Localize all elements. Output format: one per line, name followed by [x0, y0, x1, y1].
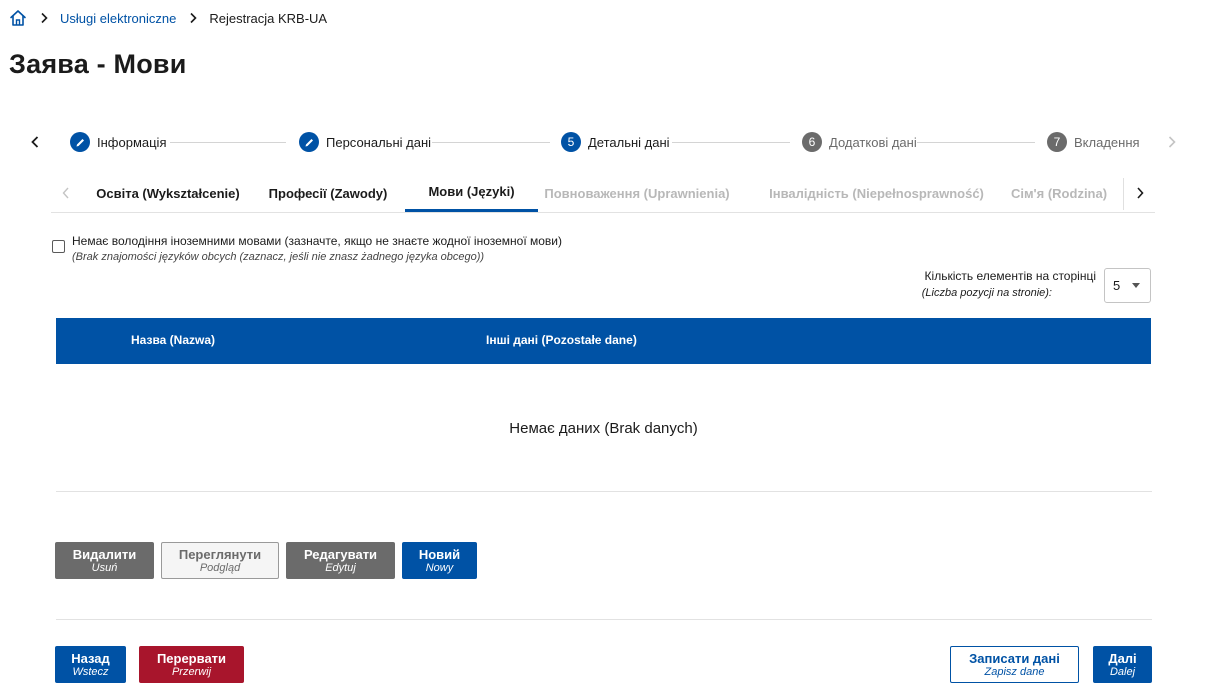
page-title: Заява - Мови — [9, 49, 187, 79]
no-languages-label: Немає володіння іноземними мовами (зазна… — [72, 234, 562, 248]
tab-disability[interactable]: Інвалідність (Niepełnosprawność) — [756, 174, 997, 212]
step-personal-data[interactable]: Персональні дані — [299, 132, 431, 152]
save-button-label: Записати дані — [969, 650, 1060, 666]
delete-button-sublabel: Usuń — [91, 561, 118, 574]
edit-button-sublabel: Edytuj — [325, 561, 356, 574]
step-label: Детальні дані — [588, 134, 670, 150]
tab-permissions[interactable]: Повноваження (Uprawnienia) — [538, 174, 736, 212]
step-label: Додаткові дані — [829, 134, 917, 150]
view-button-label: Переглянути — [178, 546, 262, 562]
chevron-right-icon — [41, 12, 48, 24]
next-button-sublabel: Dalej — [1109, 665, 1136, 678]
delete-button[interactable]: Видалити Usuń — [55, 542, 154, 579]
page-size-value: 5 — [1113, 278, 1121, 293]
edit-button[interactable]: Редагувати Edytuj — [286, 542, 395, 579]
new-button[interactable]: Новий Nowy — [402, 542, 477, 579]
next-button[interactable]: Далі Dalej — [1093, 646, 1152, 683]
breadcrumb: Usługi elektroniczne Rejestracja KRB-UA — [9, 9, 327, 27]
stepper-connector — [432, 142, 550, 143]
next-button-label: Далі — [1108, 650, 1137, 666]
save-button[interactable]: Записати дані Zapisz dane — [950, 646, 1079, 683]
stepper-connector — [672, 142, 790, 143]
pencil-icon — [299, 132, 319, 152]
step-additional-data[interactable]: 6 Додаткові дані — [802, 132, 917, 152]
step-number: 7 — [1047, 132, 1067, 152]
tab-professions[interactable]: Професії (Zawody) — [252, 174, 404, 212]
chevron-right-icon — [1137, 187, 1144, 199]
tab-family[interactable]: Сім'я (Rodzina) — [1006, 174, 1112, 212]
step-attachments[interactable]: 7 Вкладення — [1047, 132, 1140, 152]
breadcrumb-link-services[interactable]: Usługi elektroniczne — [60, 11, 176, 26]
step-number: 5 — [561, 132, 581, 152]
no-languages-checkbox[interactable] — [52, 240, 65, 253]
step-label: Інформація — [97, 134, 167, 150]
back-button[interactable]: Назад Wstecz — [55, 646, 126, 683]
delete-button-label: Видалити — [72, 546, 137, 562]
view-button[interactable]: Переглянути Podgląd — [161, 542, 279, 579]
abort-button-sublabel: Przerwij — [171, 665, 212, 678]
page-size-select[interactable]: 5 — [1104, 268, 1151, 303]
back-button-sublabel: Wstecz — [72, 665, 109, 678]
chevron-right-icon — [190, 12, 197, 24]
column-header-name[interactable]: Назва (Nazwa) — [131, 333, 215, 347]
step-label: Персональні дані — [326, 134, 432, 150]
column-header-other[interactable]: Інші дані (Pozostałe dane) — [486, 333, 637, 347]
stepper-prev-arrow-icon[interactable] — [27, 134, 43, 150]
pencil-icon — [70, 132, 90, 152]
caret-down-icon — [1132, 283, 1140, 288]
section-tabs: Освіта (Wykształcenie) Професії (Zawody)… — [51, 174, 1155, 213]
tab-languages[interactable]: Мови (Języki) — [405, 174, 538, 212]
no-languages-sublabel: (Brak znajomości języków obcych (zaznacz… — [72, 251, 485, 263]
save-button-sublabel: Zapisz dane — [984, 665, 1045, 678]
page-size-sublabel: (Liczba pozycji na stronie): — [921, 287, 1052, 299]
footer-divider — [56, 619, 1152, 620]
abort-button[interactable]: Перервати Przerwij — [139, 646, 244, 683]
view-button-sublabel: Podgląd — [199, 561, 241, 574]
chevron-left-icon — [62, 187, 69, 199]
table-bottom-divider — [56, 491, 1152, 492]
step-label: Вкладення — [1074, 134, 1140, 150]
stepper-connector — [170, 142, 286, 143]
abort-button-label: Перервати — [156, 650, 227, 666]
step-detailed-data[interactable]: 5 Детальні дані — [561, 132, 670, 152]
step-information[interactable]: Інформація — [70, 132, 167, 152]
stepper-connector — [917, 142, 1035, 143]
edit-button-label: Редагувати — [303, 546, 378, 562]
tabs-divider — [1123, 178, 1124, 210]
languages-table-header: Назва (Nazwa) Інші дані (Pozostałe dane) — [56, 318, 1151, 364]
step-number: 6 — [802, 132, 822, 152]
tabs-next-arrow[interactable] — [1125, 174, 1155, 212]
new-button-sublabel: Nowy — [425, 561, 454, 574]
stepper-next-arrow-icon[interactable] — [1164, 134, 1180, 150]
wizard-stepper: Інформація Персональні дані 5 Детальні д… — [0, 130, 1207, 154]
new-button-label: Новий — [418, 546, 461, 562]
back-button-label: Назад — [71, 650, 110, 666]
breadcrumb-current: Rejestracja KRB-UA — [209, 10, 328, 26]
page-size-label: Кількість елементів на сторінці — [924, 269, 1096, 283]
home-icon[interactable] — [9, 9, 27, 27]
tabs-prev-arrow[interactable] — [51, 174, 81, 212]
tab-education[interactable]: Освіта (Wykształcenie) — [84, 174, 252, 212]
table-empty-message: Немає даних (Brak danych) — [509, 420, 698, 437]
